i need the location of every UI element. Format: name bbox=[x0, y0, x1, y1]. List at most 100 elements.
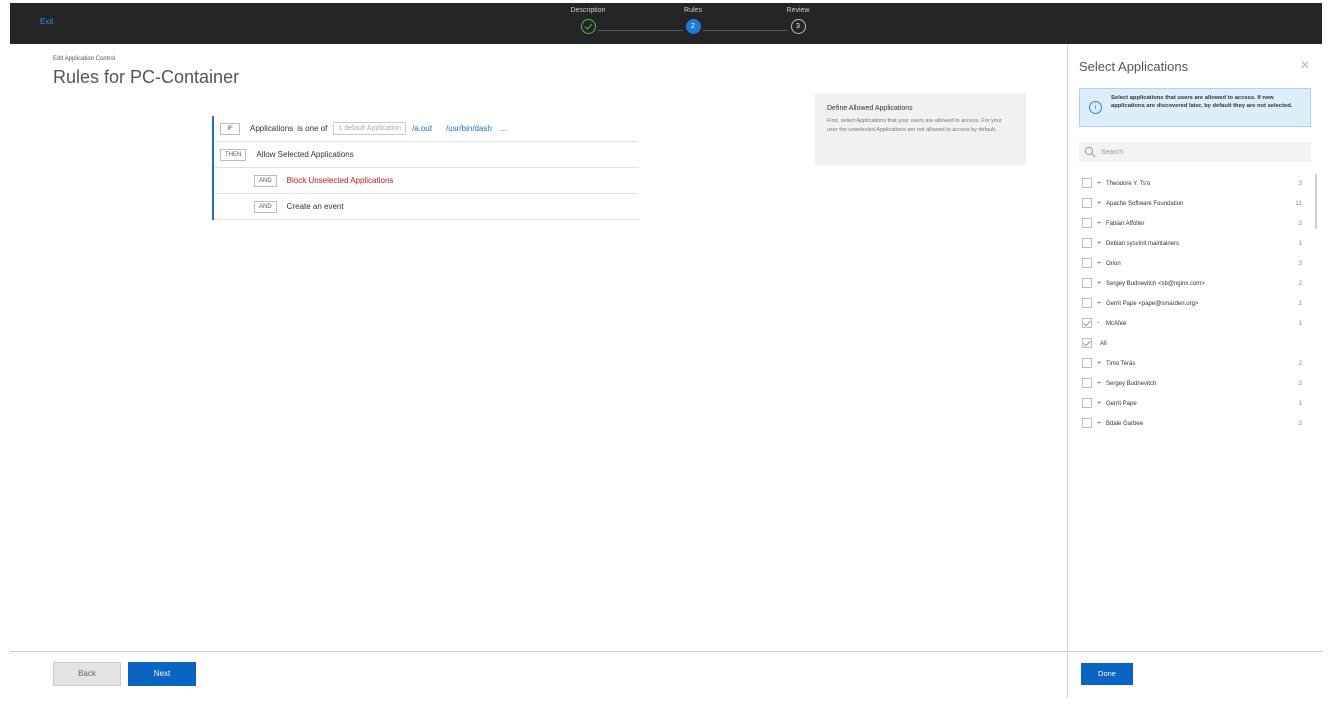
step-rules[interactable]: Rules 2 bbox=[663, 7, 723, 34]
app-frame: Exit Description Rules 2 Review 3 Edit A… bbox=[10, 3, 1323, 698]
more-apps-link[interactable]: ... bbox=[500, 124, 507, 133]
rule-if-row: IF Applications is one of 1 default Appl… bbox=[214, 116, 638, 142]
checkmark-icon bbox=[580, 19, 596, 34]
application-count: 2 bbox=[1298, 380, 1302, 387]
application-checkbox[interactable] bbox=[1082, 318, 1092, 328]
page-title: Rules for PC-Container bbox=[53, 67, 240, 87]
application-checkbox[interactable] bbox=[1082, 358, 1092, 368]
expand-icon[interactable]: + bbox=[1097, 360, 1101, 367]
application-list-item[interactable]: + Gerrit Pape <pape@smarden.org> 1 bbox=[1082, 295, 1307, 315]
application-name: Sergey Budnevitch <sb@nginx.com> bbox=[1106, 281, 1205, 287]
application-checkbox[interactable] bbox=[1082, 418, 1092, 428]
if-operator: is one of bbox=[297, 124, 328, 133]
and-tag: AND bbox=[254, 174, 277, 187]
info-body: First, select Applications that your use… bbox=[827, 118, 1002, 133]
step-review[interactable]: Review 3 bbox=[768, 7, 828, 34]
notice-text: Select applications that users are allow… bbox=[1111, 95, 1293, 109]
exit-link[interactable]: Exit bbox=[40, 17, 53, 26]
application-checkbox[interactable] bbox=[1082, 378, 1092, 388]
and-tag: AND bbox=[254, 200, 277, 213]
application-count: 3 bbox=[1298, 180, 1302, 187]
application-list-item[interactable]: + Apache Software Foundation 11 bbox=[1082, 195, 1307, 215]
then-tag: THEN bbox=[220, 148, 247, 161]
rule-and-row: AND Block Unselected Applications bbox=[214, 168, 638, 194]
next-button[interactable]: Next bbox=[128, 662, 196, 686]
application-list-item[interactable]: + Debian sysvinit maintainers 1 bbox=[1082, 235, 1307, 255]
application-name: McAfee bbox=[1106, 321, 1127, 327]
wizard-steps: Description Rules 2 Review 3 bbox=[558, 7, 828, 41]
application-checkbox[interactable] bbox=[1082, 278, 1092, 288]
application-checkbox[interactable] bbox=[1082, 338, 1092, 348]
panel-footer-divider bbox=[1068, 651, 1323, 652]
application-name: Theodore Y. Ts'o bbox=[1106, 181, 1151, 187]
application-count: 2 bbox=[1298, 420, 1302, 427]
expand-icon[interactable]: + bbox=[1097, 400, 1101, 407]
application-list-item[interactable]: + Theodore Y. Ts'o 3 bbox=[1082, 175, 1307, 195]
breadcrumb: Edit Application Control bbox=[53, 56, 116, 62]
application-name: Apache Software Foundation bbox=[1106, 201, 1184, 207]
application-name: Gerrit Pape <pape@smarden.org> bbox=[1106, 301, 1199, 307]
search-input[interactable] bbox=[1101, 145, 1301, 159]
rules-builder: IF Applications is one of 1 default Appl… bbox=[212, 116, 638, 220]
application-checkbox[interactable] bbox=[1082, 218, 1092, 228]
application-checkbox[interactable] bbox=[1082, 298, 1092, 308]
application-name: Bdale Garbee bbox=[1106, 421, 1144, 427]
expand-icon[interactable]: + bbox=[1097, 260, 1101, 267]
info-icon: i bbox=[1089, 101, 1102, 114]
step-label: Description bbox=[570, 7, 606, 14]
expand-icon[interactable]: + bbox=[1097, 240, 1101, 247]
application-checkbox[interactable] bbox=[1082, 178, 1092, 188]
application-name: Timo Teräs bbox=[1106, 361, 1136, 367]
search-box bbox=[1079, 142, 1311, 162]
application-checkbox[interactable] bbox=[1082, 238, 1092, 248]
application-list-item[interactable]: + Fabian Affolter 2 bbox=[1082, 215, 1307, 235]
step-label: Review bbox=[786, 7, 810, 14]
collapse-icon[interactable]: - bbox=[1097, 320, 1099, 327]
create-event-action: Create an event bbox=[286, 202, 344, 211]
rule-and-row: AND Create an event bbox=[214, 194, 638, 220]
application-list-item[interactable]: + Orion 3 bbox=[1082, 255, 1307, 275]
if-tag: IF bbox=[220, 122, 240, 135]
step-number: 3 bbox=[790, 19, 806, 34]
rule-then-row: THEN Allow Selected Applications bbox=[214, 142, 638, 168]
expand-icon[interactable]: + bbox=[1097, 380, 1101, 387]
application-list-item[interactable]: + Bdale Garbee 2 bbox=[1082, 415, 1307, 435]
close-icon[interactable]: ✕ bbox=[1300, 58, 1310, 72]
search-icon bbox=[1084, 146, 1096, 158]
info-notice: i Select applications that users are all… bbox=[1079, 88, 1311, 127]
expand-icon[interactable]: + bbox=[1097, 280, 1101, 287]
default-application-box: 1 default Application bbox=[333, 122, 407, 135]
application-name: Fabian Affolter bbox=[1106, 221, 1145, 227]
application-list-item[interactable]: All bbox=[1082, 335, 1307, 355]
application-count: 1 bbox=[1298, 400, 1302, 407]
then-text: Allow Selected Applications bbox=[256, 150, 354, 159]
app-link[interactable]: /usr/bin/dash bbox=[446, 124, 492, 133]
application-list-item[interactable]: - McAfee 1 bbox=[1082, 315, 1307, 335]
expand-icon[interactable]: + bbox=[1097, 420, 1101, 427]
info-title: Define Allowed Applications bbox=[827, 105, 913, 112]
footer-divider bbox=[10, 651, 1067, 652]
panel-title: Select Applications bbox=[1079, 59, 1189, 74]
application-checkbox[interactable] bbox=[1082, 258, 1092, 268]
application-list-item[interactable]: + Sergey Budnevitch <sb@nginx.com> 2 bbox=[1082, 275, 1307, 295]
application-list-item[interactable]: + Sergey Budnevitch 2 bbox=[1082, 375, 1307, 395]
step-label: Rules bbox=[684, 7, 702, 14]
step-description[interactable]: Description bbox=[558, 7, 618, 34]
app-link[interactable]: /a.out bbox=[412, 124, 432, 133]
done-button[interactable]: Done bbox=[1081, 663, 1133, 685]
block-unselected-action[interactable]: Block Unselected Applications bbox=[287, 176, 394, 185]
application-count: 2 bbox=[1298, 220, 1302, 227]
expand-icon[interactable]: + bbox=[1097, 220, 1101, 227]
application-checkbox[interactable] bbox=[1082, 398, 1092, 408]
expand-icon[interactable]: + bbox=[1097, 200, 1101, 207]
back-button[interactable]: Back bbox=[53, 662, 121, 686]
expand-icon[interactable]: + bbox=[1097, 180, 1101, 187]
application-list-item[interactable]: + Timo Teräs 2 bbox=[1082, 355, 1307, 375]
application-name: Debian sysvinit maintainers bbox=[1106, 241, 1180, 247]
application-name: All bbox=[1100, 341, 1107, 347]
application-checkbox[interactable] bbox=[1082, 198, 1092, 208]
list-scrollbar[interactable] bbox=[1315, 174, 1317, 229]
expand-icon[interactable]: + bbox=[1097, 300, 1101, 307]
application-list-item[interactable]: + Gerrit Pape 1 bbox=[1082, 395, 1307, 415]
info-card: Define Allowed Applications First, selec… bbox=[815, 93, 1026, 165]
